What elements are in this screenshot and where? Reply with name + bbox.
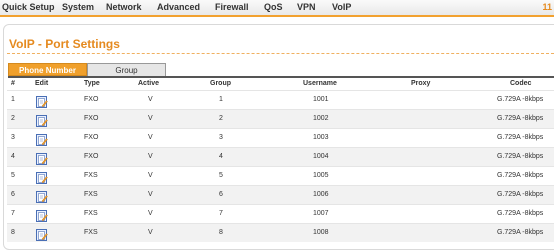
- cell-group: 2: [219, 115, 223, 122]
- cell-username: 1004: [313, 153, 329, 160]
- tab-group[interactable]: Group: [87, 63, 166, 76]
- nav-voip[interactable]: VoIP: [332, 2, 351, 12]
- header-edit: Edit: [35, 80, 49, 87]
- cell-username: 1006: [313, 191, 329, 198]
- cell-num: 1: [11, 96, 15, 103]
- cell-type: FXO: [84, 96, 99, 103]
- cell-num: 2: [11, 115, 15, 122]
- table-row: 4 FXO V 4 1004 G.729A -8kbps: [7, 147, 554, 166]
- cell-active: V: [148, 96, 153, 103]
- table-row: 2 FXO V 2 1002 G.729A -8kbps: [7, 109, 554, 128]
- cell-active: V: [148, 172, 153, 179]
- table-row: 8 FXS V 8 1008 G.729A -8kbps: [7, 223, 554, 242]
- cell-group: 6: [219, 191, 223, 198]
- cell-num: 3: [11, 134, 15, 141]
- cell-type: FXS: [84, 229, 98, 236]
- cell-group: 8: [219, 229, 223, 236]
- cell-num: 5: [11, 172, 15, 179]
- cell-codec: G.729A -8kbps: [497, 115, 544, 122]
- page-title: VoIP - Port Settings: [9, 37, 120, 51]
- cell-active: V: [148, 229, 153, 236]
- cell-codec: G.729A -8kbps: [497, 172, 544, 179]
- edit-icon[interactable]: [36, 229, 48, 241]
- cell-codec: G.729A -8kbps: [497, 134, 544, 141]
- edit-icon[interactable]: [36, 191, 48, 203]
- nav-quick-setup[interactable]: Quick Setup: [2, 2, 55, 12]
- nav-advanced[interactable]: Advanced: [157, 2, 200, 12]
- cell-username: 1008: [313, 229, 329, 236]
- tab-phone-number[interactable]: Phone Number: [8, 63, 87, 76]
- cell-num: 6: [11, 191, 15, 198]
- cell-type: FXO: [84, 134, 99, 141]
- cell-active: V: [148, 115, 153, 122]
- header-type: Type: [84, 80, 100, 87]
- table-row: 5 FXS V 5 1005 G.729A -8kbps: [7, 166, 554, 185]
- cell-username: 1002: [313, 115, 329, 122]
- cell-active: V: [148, 210, 153, 217]
- cell-username: 1003: [313, 134, 329, 141]
- cell-type: FXS: [84, 172, 98, 179]
- header-active: Active: [138, 80, 160, 87]
- cell-type: FXS: [84, 210, 98, 217]
- cell-codec: G.729A -8kbps: [497, 229, 544, 236]
- nav-qos[interactable]: QoS: [264, 2, 283, 12]
- edit-icon[interactable]: [36, 172, 48, 184]
- cell-type: FXS: [84, 191, 98, 198]
- table-row: 7 FXS V 7 1007 G.729A -8kbps: [7, 204, 554, 223]
- cell-username: 1007: [313, 210, 329, 217]
- cell-group: 1: [219, 96, 223, 103]
- header-username: Username: [303, 80, 337, 87]
- header-num: #: [11, 80, 15, 87]
- nav-system[interactable]: System: [62, 2, 94, 12]
- cell-codec: G.729A -8kbps: [497, 210, 544, 217]
- top-navigation: Quick Setup System Network Advanced Fire…: [0, 0, 554, 17]
- cell-num: 4: [11, 153, 15, 160]
- cell-group: 7: [219, 210, 223, 217]
- header-codec: Codec: [510, 80, 532, 87]
- edit-icon[interactable]: [36, 115, 48, 127]
- header-proxy: Proxy: [411, 80, 431, 87]
- cell-group: 3: [219, 134, 223, 141]
- table-row: 3 FXO V 3 1003 G.729A -8kbps: [7, 128, 554, 147]
- header-group: Group: [210, 80, 231, 87]
- title-divider: [7, 53, 554, 54]
- table-row: 6 FXS V 6 1006 G.729A -8kbps: [7, 185, 554, 204]
- cell-num: 8: [11, 229, 15, 236]
- cell-active: V: [148, 153, 153, 160]
- table-header: # Edit Type Active Group Username Proxy …: [7, 78, 554, 90]
- cell-num: 7: [11, 210, 15, 217]
- edit-icon[interactable]: [36, 134, 48, 146]
- cell-active: V: [148, 134, 153, 141]
- cell-group: 5: [219, 172, 223, 179]
- cell-username: 1005: [313, 172, 329, 179]
- table-row: 1 FXO V 1 1001 G.729A -8kbps: [7, 90, 554, 109]
- cell-type: FXO: [84, 153, 99, 160]
- cell-type: FXO: [84, 115, 99, 122]
- cell-group: 4: [219, 153, 223, 160]
- cell-username: 1001: [313, 96, 329, 103]
- cell-active: V: [148, 191, 153, 198]
- page-indicator: 11: [542, 2, 552, 12]
- cell-codec: G.729A -8kbps: [497, 191, 544, 198]
- cell-codec: G.729A -8kbps: [497, 153, 544, 160]
- port-settings-table: # Edit Type Active Group Username Proxy …: [7, 78, 554, 242]
- edit-icon[interactable]: [36, 153, 48, 165]
- nav-network[interactable]: Network: [106, 2, 142, 12]
- nav-vpn[interactable]: VPN: [297, 2, 316, 12]
- cell-codec: G.729A -8kbps: [497, 96, 544, 103]
- nav-firewall[interactable]: Firewall: [215, 2, 249, 12]
- edit-icon[interactable]: [36, 96, 48, 108]
- edit-icon[interactable]: [36, 210, 48, 222]
